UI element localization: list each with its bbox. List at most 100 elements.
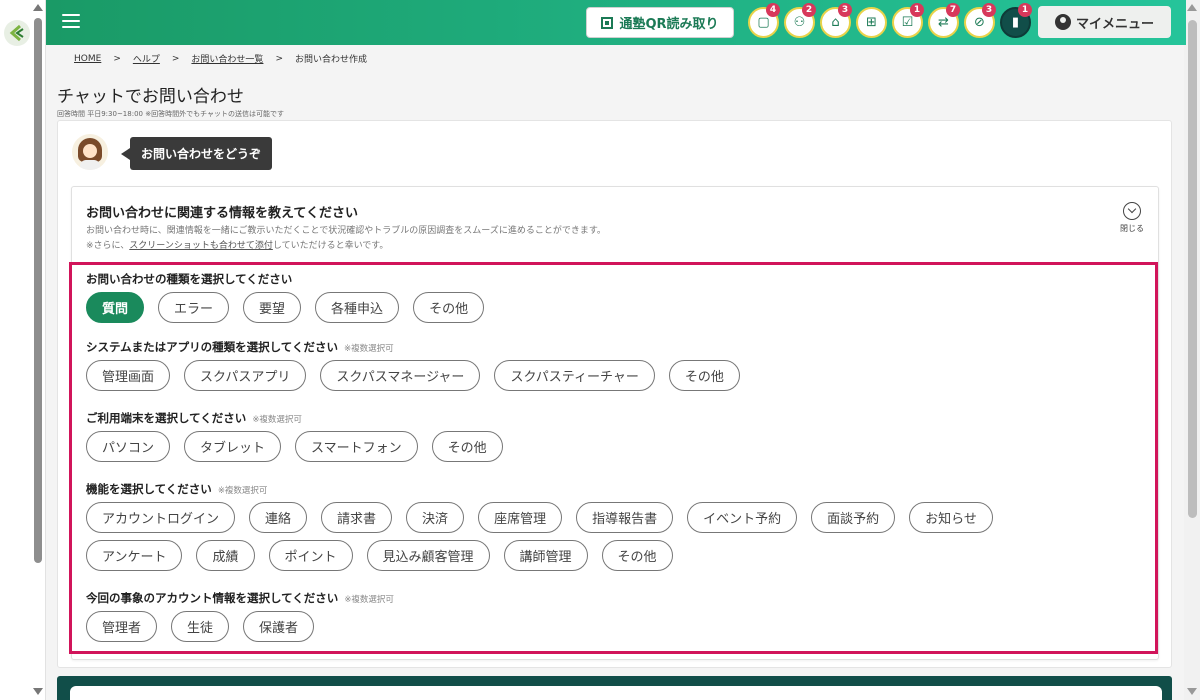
multi-select-note: ※複数選択可 <box>252 415 302 425</box>
account-option-chip[interactable]: 管理者 <box>86 611 158 642</box>
top-header: 通塾QR読み取り ▢ 4 ⚇ 2 ⌂ 3 ⊞ ☑ 1 ⇄ 7 ⊘ 3 ▮ 1 マイメニュー <box>46 0 1186 45</box>
transfer-icon[interactable]: ⇄ 7 <box>928 3 960 38</box>
device-option-chip[interactable]: パソコン <box>86 431 171 462</box>
type-option-chip[interactable]: その他 <box>413 292 485 323</box>
system-type-label-text: システムまたはアプリの種類を選択してください <box>86 340 338 354</box>
account-type-label: 今回の事象のアカウント情報を選択してください ※複数選択可 <box>86 590 394 606</box>
notification-badge: 4 <box>766 3 780 17</box>
notification-badge: 3 <box>838 3 852 17</box>
screenshot-attach-text: スクリーンショットも合わせて添付 <box>129 241 273 251</box>
device-option-chip[interactable]: スマートフォン <box>295 431 418 462</box>
my-menu-label: マイメニュー <box>1075 16 1154 32</box>
device-option-chip[interactable]: タブレット <box>184 431 282 462</box>
right-scroll-up-icon[interactable] <box>1187 4 1197 11</box>
right-scrollbar-thumb[interactable] <box>1188 20 1197 518</box>
feature-option-chip[interactable]: 座席管理 <box>478 502 563 533</box>
account-type-options: 管理者 生徒 保護者 <box>86 611 315 642</box>
notification-badge: 1 <box>910 3 924 17</box>
notification-badge: 1 <box>1018 3 1032 17</box>
feature-option-chip[interactable]: ポイント <box>268 540 353 571</box>
feature-option-chip[interactable]: アンケート <box>86 540 183 571</box>
left-rail <box>0 0 46 700</box>
school-icon[interactable]: ⌂ 3 <box>820 3 852 38</box>
no-location-icon[interactable]: ⊘ 3 <box>964 3 996 38</box>
info-panel-description: お問い合わせ時に、関連情報を一緒にご教示いただくことで状況確認やトラブルの原因調… <box>86 226 606 236</box>
qr-scan-label: 通塾QR読み取り <box>619 17 719 32</box>
breadcrumb-help-link[interactable]: ヘルプ <box>133 52 160 65</box>
inquiry-type-label: お問い合わせの種類を選択してください <box>86 271 292 287</box>
feature-label-text: 機能を選択してください <box>86 482 212 496</box>
greeting-bubble: お問い合わせをどうぞ <box>120 137 273 170</box>
system-option-chip[interactable]: その他 <box>668 360 740 391</box>
feature-option-chip[interactable]: 成績 <box>196 540 255 571</box>
inquiry-type-options: 質問 エラー 要望 各種申込 その他 <box>86 292 485 323</box>
left-scroll-up-icon[interactable] <box>33 4 43 11</box>
qr-scan-button[interactable]: 通塾QR読み取り <box>586 7 734 38</box>
system-option-chip[interactable]: スクパスティーチャー <box>494 360 655 391</box>
type-option-chip[interactable]: エラー <box>158 292 230 323</box>
chat-icon-glyph: ▢ <box>757 15 770 30</box>
system-type-label: システムまたはアプリの種類を選択してください ※複数選択可 <box>86 339 394 355</box>
breadcrumb: HOME > ヘルプ > お問い合わせ一覧 > お問い合わせ作成 <box>74 52 367 66</box>
feature-option-chip[interactable]: アカウントログイン <box>86 502 236 533</box>
transfer-icon-glyph: ⇄ <box>938 15 949 30</box>
breadcrumb-home-link[interactable]: HOME <box>74 54 101 64</box>
inquiry-type-label-text: お問い合わせの種類を選択してください <box>86 272 293 286</box>
chevron-down-circle-icon <box>1123 202 1141 220</box>
multi-select-note: ※複数選択可 <box>343 344 394 354</box>
system-type-options: 管理画面 スクパスアプリ スクパスマネージャー スクパスティーチャー その他 <box>86 360 740 391</box>
system-option-chip[interactable]: スクパスマネージャー <box>320 360 481 391</box>
feature-option-chip[interactable]: 連絡 <box>249 502 308 533</box>
device-option-chip[interactable]: その他 <box>431 431 503 462</box>
device-type-options: パソコン タブレット スマートフォン その他 <box>86 431 503 462</box>
gift-icon-glyph: ⊞ <box>866 15 877 30</box>
system-option-chip[interactable]: スクパスアプリ <box>184 360 307 391</box>
notification-badge: 7 <box>946 3 960 17</box>
system-option-chip[interactable]: 管理画面 <box>86 360 171 391</box>
breadcrumb-inquiry-list-link[interactable]: お問い合わせ一覧 <box>191 52 263 65</box>
feature-option-chip[interactable]: 請求書 <box>321 502 393 533</box>
right-scrollbar-track[interactable] <box>1184 0 1200 700</box>
account-option-chip[interactable]: 保護者 <box>243 611 315 642</box>
gift-icon[interactable]: ⊞ <box>856 7 887 38</box>
page-subtitle: 回答時間 平日9:30~18:00 ※回答時間外でもチャットの送信は可能です <box>57 110 285 118</box>
feature-options-row-2: アンケート 成績 ポイント 見込み顧客管理 講師管理 その他 <box>86 540 673 571</box>
right-scroll-down-icon[interactable] <box>1187 688 1197 695</box>
feature-option-chip[interactable]: お知らせ <box>909 502 993 533</box>
people-icon-glyph: ⚇ <box>793 15 806 30</box>
feature-option-chip[interactable]: イベント予約 <box>687 502 798 533</box>
feature-option-chip[interactable]: 見込み顧客管理 <box>366 540 490 571</box>
left-scroll-down-icon[interactable] <box>33 688 43 695</box>
no-location-icon-glyph: ⊘ <box>974 15 985 30</box>
hamburger-menu-icon[interactable] <box>62 14 80 28</box>
chat-input-field[interactable] <box>70 686 1162 700</box>
message-icon[interactable]: ▮ 1 <box>1000 3 1032 38</box>
multi-select-note: ※複数選択可 <box>344 595 394 605</box>
notification-badge: 3 <box>982 3 996 17</box>
info-note-suffix: していただけると幸いです。 <box>272 241 389 251</box>
feature-label: 機能を選択してください ※複数選択可 <box>86 481 267 497</box>
feature-option-chip[interactable]: 講師管理 <box>503 540 588 571</box>
feature-option-chip[interactable]: その他 <box>601 540 673 571</box>
type-option-chip[interactable]: 要望 <box>243 292 302 323</box>
school-icon-glyph: ⌂ <box>831 15 840 30</box>
message-icon-glyph: ▮ <box>1011 15 1020 30</box>
my-menu-button[interactable]: マイメニュー <box>1038 6 1171 38</box>
checklist-icon[interactable]: ☑ 1 <box>892 3 924 38</box>
type-option-chip[interactable]: 質問 <box>86 292 145 323</box>
qr-code-icon <box>601 16 614 29</box>
account-option-chip[interactable]: 生徒 <box>171 611 230 642</box>
feature-option-chip[interactable]: 指導報告書 <box>576 502 674 533</box>
info-panel-note: ※さらに、スクリーンショットも合わせて添付していただけると幸いです。 <box>86 238 388 251</box>
feature-option-chip[interactable]: 決済 <box>406 502 465 533</box>
type-option-chip[interactable]: 各種申込 <box>315 292 400 323</box>
app-logo-icon[interactable] <box>4 20 30 46</box>
left-scrollbar[interactable] <box>34 18 42 563</box>
people-icon[interactable]: ⚇ 2 <box>784 3 816 38</box>
feature-option-chip[interactable]: 面談予約 <box>811 502 896 533</box>
chat-icon[interactable]: ▢ 4 <box>748 3 780 38</box>
account-type-label-text: 今回の事象のアカウント情報を選択してください <box>86 591 339 605</box>
collapse-panel-button[interactable]: 閉じる <box>1118 202 1146 234</box>
device-type-label-text: ご利用端末を選択してください <box>86 411 247 425</box>
multi-select-note: ※複数選択可 <box>217 486 268 496</box>
